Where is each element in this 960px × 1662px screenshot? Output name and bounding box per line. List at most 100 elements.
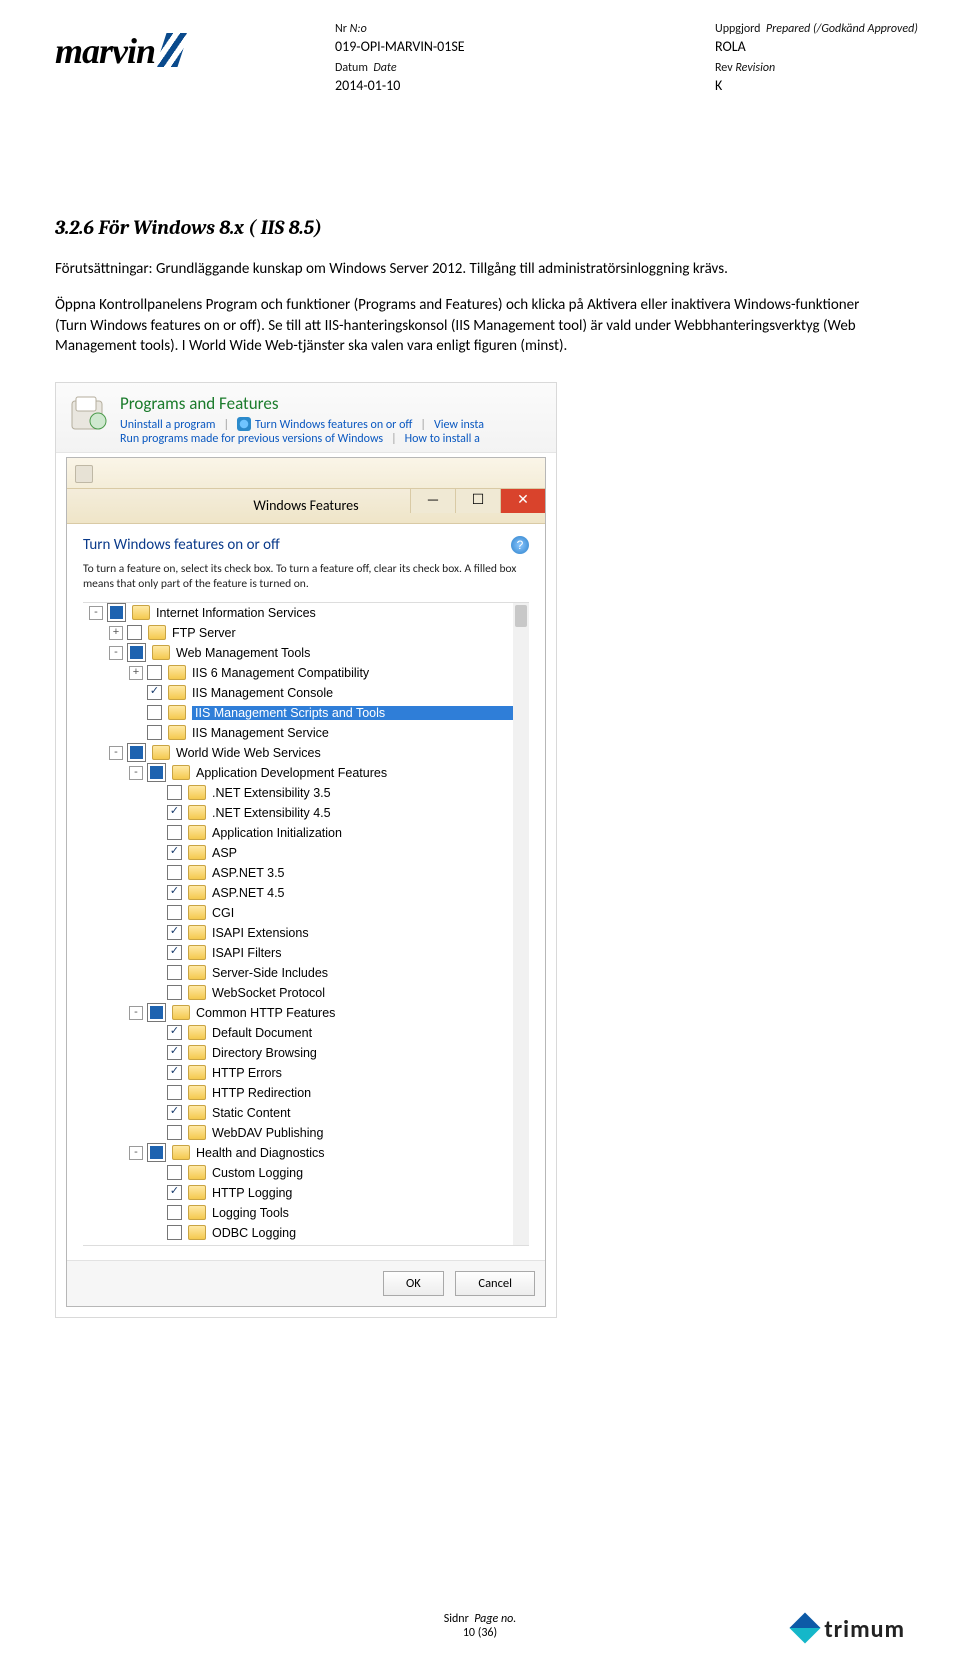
tree-item[interactable]: WebDAV Publishing [83,1123,529,1143]
link-how-install[interactable]: How to install a [405,432,480,446]
tree-item[interactable]: ASP.NET 4.5 [83,883,529,903]
tree-label: Directory Browsing [212,1046,529,1060]
window-titlebar[interactable]: Windows Features — ☐ ✕ [67,489,545,524]
folder-icon [168,725,186,740]
tree-item[interactable]: HTTP Errors [83,1063,529,1083]
tree-toggle[interactable]: - [129,766,143,780]
tree-item[interactable]: Logging Tools [83,1203,529,1223]
tree-checkbox[interactable] [167,985,182,1000]
folder-icon [188,885,206,900]
tree-label: ASP.NET 4.5 [212,886,529,900]
tree-item[interactable]: Server-Side Includes [83,963,529,983]
tree-checkbox[interactable] [127,743,146,762]
maximize-button[interactable]: ☐ [455,489,500,513]
tree-item[interactable]: CGI [83,903,529,923]
help-icon[interactable]: ? [511,536,529,554]
tree-item[interactable]: Static Content [83,1103,529,1123]
features-tree[interactable]: -Internet Information Services+FTP Serve… [83,602,529,1246]
tree-item[interactable]: - Health and Diagnostics [83,1143,529,1163]
tree-checkbox[interactable] [167,1125,182,1140]
tree-toggle[interactable]: + [109,626,123,640]
tree-label: Health and Diagnostics [196,1146,529,1160]
link-uninstall[interactable]: Uninstall a program [120,418,215,432]
minimize-button[interactable]: — [410,489,455,513]
tree-item[interactable]: -Application Development Features [83,763,529,783]
tree-toggle[interactable]: - [129,1146,143,1160]
tree-checkbox[interactable] [167,1085,182,1100]
tree-checkbox[interactable] [167,1045,182,1060]
ok-button[interactable]: OK [383,1271,444,1296]
folder-icon [168,705,186,720]
tree-item[interactable]: +FTP Server [83,623,529,643]
tree-toggle[interactable]: - [109,746,123,760]
link-run-previous[interactable]: Run programs made for previous versions … [120,432,383,446]
programs-features-links: Uninstall a program|Turn Windows feature… [120,417,544,446]
tree-item[interactable]: ODBC Logging [83,1223,529,1243]
tree-item[interactable]: .NET Extensibility 4.5 [83,803,529,823]
tree-checkbox[interactable] [167,825,182,840]
tree-checkbox[interactable] [147,665,162,680]
tree-item[interactable]: ISAPI Filters [83,943,529,963]
tree-item[interactable]: Request Monitor [83,1243,529,1246]
tree-item[interactable]: -Internet Information Services [83,603,529,623]
tree-item[interactable]: +IIS 6 Management Compatibility [83,663,529,683]
tree-checkbox[interactable] [147,685,162,700]
folder-icon [188,905,206,920]
tree-item[interactable]: -Common HTTP Features [83,1003,529,1023]
tree-checkbox[interactable] [167,1205,182,1220]
scrollbar[interactable] [513,603,529,1245]
tree-checkbox[interactable] [147,1003,166,1022]
tree-item[interactable]: Default Document [83,1023,529,1043]
tree-checkbox[interactable] [167,785,182,800]
tree-checkbox[interactable] [167,1065,182,1080]
tree-checkbox[interactable] [167,885,182,900]
tree-item[interactable]: HTTP Redirection [83,1083,529,1103]
tree-item[interactable]: Custom Logging [83,1163,529,1183]
tree-checkbox[interactable] [167,865,182,880]
tree-checkbox[interactable] [147,1143,166,1162]
tree-checkbox[interactable] [167,965,182,980]
tree-item[interactable]: ISAPI Extensions [83,923,529,943]
scrollbar-thumb[interactable] [515,605,527,627]
close-button[interactable]: ✕ [500,489,545,513]
tree-checkbox[interactable] [167,1105,182,1120]
tree-checkbox[interactable] [147,725,162,740]
folder-icon [188,1125,206,1140]
tree-checkbox[interactable] [167,1025,182,1040]
tree-item[interactable]: ASP [83,843,529,863]
tree-toggle[interactable]: - [109,646,123,660]
tree-checkbox[interactable] [167,1245,182,1246]
tree-item[interactable]: -World Wide Web Services [83,743,529,763]
tree-checkbox[interactable] [107,603,126,622]
tree-toggle[interactable]: - [89,606,103,620]
tree-checkbox[interactable] [167,805,182,820]
tree-item[interactable]: IIS Management Console [83,683,529,703]
tree-item[interactable]: WebSocket Protocol [83,983,529,1003]
tree-item[interactable]: .NET Extensibility 3.5 [83,783,529,803]
tree-checkbox[interactable] [167,1185,182,1200]
tree-checkbox[interactable] [167,905,182,920]
tree-checkbox[interactable] [127,643,146,662]
tree-item[interactable]: Directory Browsing [83,1043,529,1063]
tree-item[interactable]: - Web Management Tools [83,643,529,663]
tree-checkbox[interactable] [147,763,166,782]
tree-item[interactable]: HTTP Logging [83,1183,529,1203]
tree-toggle[interactable]: + [129,666,143,680]
tree-checkbox[interactable] [167,1165,182,1180]
tree-item[interactable]: ASP.NET 3.5 [83,863,529,883]
tree-checkbox[interactable] [147,705,162,720]
tree-checkbox[interactable] [167,925,182,940]
tree-label: HTTP Logging [212,1186,529,1200]
tree-checkbox[interactable] [167,1225,182,1240]
tree-label: Web Management Tools [176,646,529,660]
tree-checkbox[interactable] [167,945,182,960]
cancel-button[interactable]: Cancel [455,1271,535,1296]
tree-item[interactable]: IIS Management Service [83,723,529,743]
tree-checkbox[interactable] [127,625,142,640]
tree-toggle[interactable]: - [129,1006,143,1020]
link-view-installed[interactable]: View insta [434,418,484,432]
tree-item[interactable]: Application Initialization [83,823,529,843]
tree-item[interactable]: IIS Management Scripts and Tools [83,703,529,723]
link-turn-features[interactable]: Turn Windows features on or off [255,418,412,432]
tree-checkbox[interactable] [167,845,182,860]
